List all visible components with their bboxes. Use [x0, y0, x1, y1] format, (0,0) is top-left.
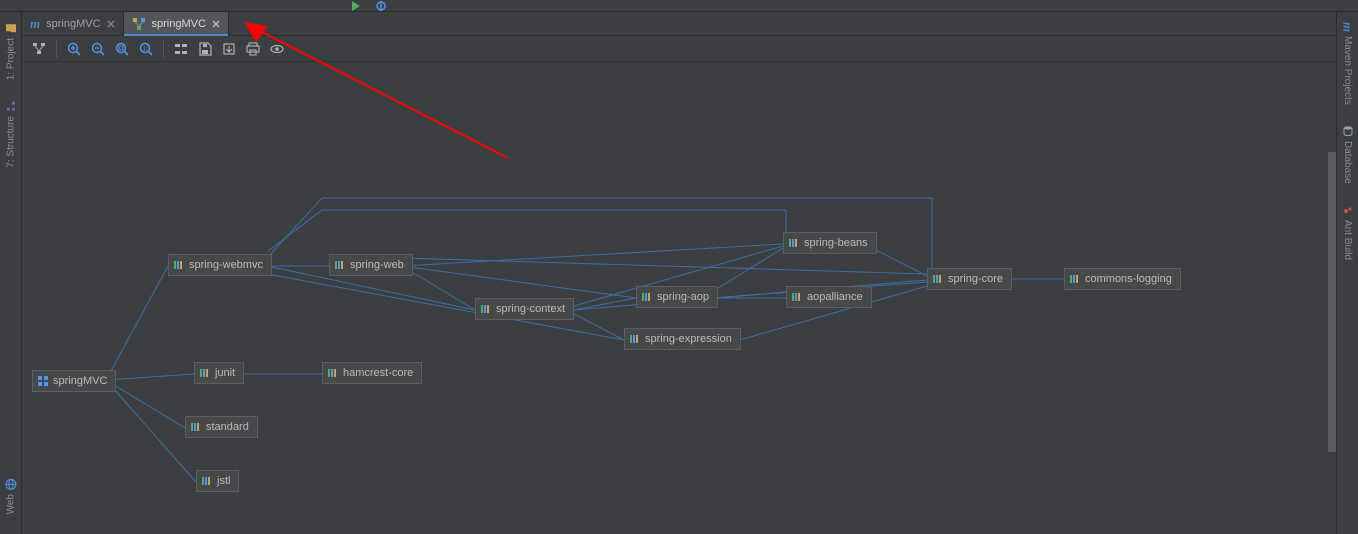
zoom-out-button[interactable] [87, 38, 109, 60]
node-commons-logging[interactable]: commons-logging [1064, 268, 1181, 290]
svg-text:1:1: 1:1 [143, 46, 152, 52]
node-label: spring-expression [645, 333, 732, 345]
node-spring-aop[interactable]: spring-aop [636, 286, 718, 308]
library-icon [791, 291, 803, 303]
node-spring-webmvc[interactable]: spring-webmvc [168, 254, 272, 276]
node-label: spring-web [350, 259, 404, 271]
maven-icon: m [30, 16, 40, 32]
editor-tabs: m springMVC springMVC [22, 12, 1336, 36]
diagram-icon [132, 17, 146, 31]
main-toolbar-fragment [0, 0, 1358, 12]
node-spring-web[interactable]: spring-web [329, 254, 413, 276]
database-icon [1342, 125, 1354, 137]
node-spring-beans[interactable]: spring-beans [783, 232, 877, 254]
folder-icon [5, 22, 17, 34]
tab-springmvc-diagram[interactable]: springMVC [124, 12, 229, 35]
web-tool-label: Web [5, 494, 16, 514]
run-dropdown[interactable] [350, 1, 368, 11]
library-icon [480, 303, 492, 315]
database-tool-button[interactable]: Database [1342, 125, 1354, 184]
module-icon [37, 375, 49, 387]
debug-button[interactable] [372, 1, 390, 11]
diagram-canvas[interactable]: springMVC spring-webmvc junit standard j… [22, 62, 1328, 534]
structure-icon [5, 100, 17, 112]
library-icon [932, 273, 944, 285]
node-junit[interactable]: junit [194, 362, 244, 384]
tab-label: springMVC [152, 18, 206, 30]
node-root[interactable]: springMVC [32, 370, 116, 392]
node-aopalliance[interactable]: aopalliance [786, 286, 872, 308]
library-icon [788, 237, 800, 249]
ant-icon [1342, 204, 1354, 216]
zoom-in-button[interactable] [63, 38, 85, 60]
node-label: spring-core [948, 273, 1003, 285]
structure-tool-button[interactable]: 7: Structure [5, 100, 17, 168]
node-label: springMVC [53, 375, 107, 387]
maven-tool-button[interactable]: m Maven Projects [1340, 22, 1356, 105]
close-icon[interactable] [107, 20, 115, 28]
library-icon [173, 259, 185, 271]
vertical-scrollbar[interactable] [1328, 62, 1336, 530]
separator [163, 40, 164, 58]
node-jstl[interactable]: jstl [196, 470, 239, 492]
fit-content-button[interactable] [111, 38, 133, 60]
node-label: spring-context [496, 303, 565, 315]
actual-size-button[interactable]: 1:1 [135, 38, 157, 60]
library-icon [201, 475, 213, 487]
project-tool-button[interactable]: 1: Project [5, 22, 17, 80]
tab-label: springMVC [46, 18, 100, 30]
project-tool-label: 1: Project [5, 38, 16, 80]
library-icon [199, 367, 211, 379]
node-label: commons-logging [1085, 273, 1172, 285]
library-icon [641, 291, 653, 303]
diagram-toolbar: 1:1 [22, 36, 1336, 62]
library-icon [327, 367, 339, 379]
maven-icon: m [1340, 22, 1356, 32]
preview-button[interactable] [266, 38, 288, 60]
maven-tool-label: Maven Projects [1342, 36, 1353, 105]
ant-tool-label: Ant Build [1342, 220, 1353, 260]
node-hamcrest-core[interactable]: hamcrest-core [322, 362, 422, 384]
right-tool-stripe: m Maven Projects Database Ant Build [1336, 12, 1358, 534]
node-label: jstl [217, 475, 230, 487]
scrollbar-thumb[interactable] [1328, 152, 1336, 452]
globe-icon [5, 478, 17, 490]
library-icon [629, 333, 641, 345]
library-icon [190, 421, 202, 433]
node-spring-expression[interactable]: spring-expression [624, 328, 741, 350]
library-icon [1069, 273, 1081, 285]
left-tool-stripe: 1: Project 7: Structure Web [0, 12, 22, 534]
print-button[interactable] [242, 38, 264, 60]
tab-springmvc-pom[interactable]: m springMVC [22, 12, 124, 35]
node-label: junit [215, 367, 235, 379]
close-icon[interactable] [212, 20, 220, 28]
save-diagram-button[interactable] [194, 38, 216, 60]
apply-layout-button[interactable] [170, 38, 192, 60]
node-spring-context[interactable]: spring-context [475, 298, 574, 320]
node-label: hamcrest-core [343, 367, 413, 379]
node-label: standard [206, 421, 249, 433]
separator [56, 40, 57, 58]
node-label: spring-aop [657, 291, 709, 303]
node-standard[interactable]: standard [185, 416, 258, 438]
database-tool-label: Database [1342, 141, 1353, 184]
node-label: spring-beans [804, 237, 868, 249]
web-tool-button[interactable]: Web [5, 478, 17, 514]
layout-button[interactable] [28, 38, 50, 60]
node-label: aopalliance [807, 291, 863, 303]
export-button[interactable] [218, 38, 240, 60]
library-icon [334, 259, 346, 271]
ant-tool-button[interactable]: Ant Build [1342, 204, 1354, 260]
node-label: spring-webmvc [189, 259, 263, 271]
node-spring-core[interactable]: spring-core [927, 268, 1012, 290]
structure-tool-label: 7: Structure [5, 116, 16, 168]
